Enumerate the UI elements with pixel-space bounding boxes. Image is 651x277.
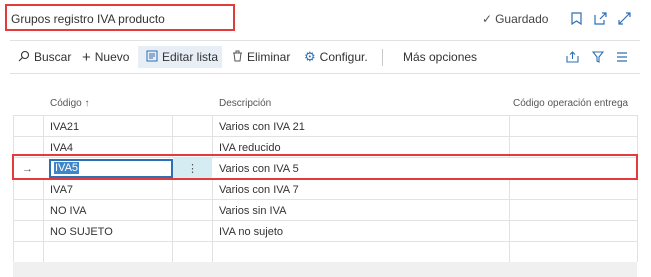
grid-vline: [637, 115, 638, 262]
code-cell[interactable]: IVA7: [50, 179, 73, 201]
gear-icon: ⚙: [304, 49, 316, 64]
selected-row-highlight-box: [12, 154, 638, 180]
plus-icon: +: [82, 48, 91, 66]
toolbar-separator: [382, 49, 383, 66]
table-row[interactable]: IVA7 Varios con IVA 7: [13, 178, 637, 201]
action-toolbar: Buscar + Nuevo Editar lista Eliminar ⚙ C…: [10, 46, 640, 68]
more-options-button[interactable]: Más opciones: [403, 46, 477, 68]
page-title: Grupos registro IVA producto: [11, 12, 165, 26]
saved-status: ✓ Guardado: [482, 12, 548, 26]
configure-label: Configur.: [319, 50, 368, 64]
open-new-window-icon[interactable]: [592, 10, 608, 26]
edit-list-label: Editar lista: [162, 50, 219, 64]
code-cell[interactable]: NO SUJETO: [50, 221, 113, 243]
checkmark-icon: ✓: [482, 12, 493, 26]
delete-button[interactable]: Eliminar: [232, 46, 290, 68]
bookmark-icon[interactable]: [568, 10, 584, 26]
header-divider: [10, 40, 640, 41]
new-button[interactable]: + Nuevo: [82, 46, 129, 68]
table-row[interactable]: IVA21 Varios con IVA 21: [13, 115, 637, 138]
search-label: Buscar: [34, 50, 72, 64]
configure-button[interactable]: ⚙ Configur.: [304, 46, 368, 68]
new-label: Nuevo: [94, 50, 130, 64]
delete-label: Eliminar: [247, 50, 291, 64]
column-header-code[interactable]: Código ↑: [50, 98, 89, 109]
filter-icon[interactable]: [592, 46, 604, 68]
code-cell[interactable]: IVA21: [50, 116, 79, 138]
list-view-icon[interactable]: [616, 46, 628, 68]
trash-icon: [232, 50, 243, 65]
table-row[interactable]: NO IVA Varios sin IVA: [13, 199, 637, 222]
expand-icon[interactable]: [616, 10, 632, 26]
description-cell[interactable]: Varios con IVA 7: [219, 179, 299, 201]
search-icon: [18, 50, 30, 65]
search-button[interactable]: Buscar: [18, 46, 71, 68]
table-footer-area: [13, 262, 637, 277]
column-header-op-code[interactable]: Código operación entrega: [513, 98, 628, 109]
column-header-description[interactable]: Descripción: [219, 98, 271, 109]
edit-list-icon: [146, 50, 158, 65]
code-cell[interactable]: NO IVA: [50, 200, 86, 222]
description-cell[interactable]: Varios con IVA 21: [219, 116, 305, 138]
toolbar-divider: [10, 73, 640, 74]
share-icon[interactable]: [566, 46, 579, 68]
description-cell[interactable]: IVA no sujeto: [219, 221, 283, 243]
saved-label: Guardado: [495, 12, 549, 26]
more-options-label: Más opciones: [403, 50, 478, 64]
edit-list-button[interactable]: Editar lista: [138, 46, 222, 68]
description-cell[interactable]: Varios sin IVA: [219, 200, 286, 222]
table-row[interactable]: NO SUJETO IVA no sujeto: [13, 220, 637, 243]
table-row-empty[interactable]: [13, 241, 637, 263]
